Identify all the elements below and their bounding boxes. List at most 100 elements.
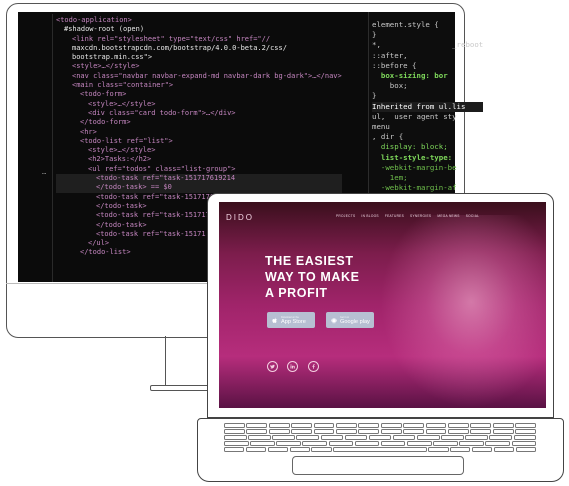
twitter-icon	[270, 364, 275, 369]
code-line[interactable]: #shadow-root (open)	[56, 25, 342, 34]
keyboard-key	[425, 423, 447, 428]
keyboard-key	[403, 423, 425, 428]
style-line: -webkit-margin-af	[372, 183, 457, 193]
laptop-keyboard	[224, 423, 537, 453]
code-line[interactable]: <hr>	[56, 128, 342, 137]
keyboard-key	[515, 447, 536, 452]
keyboard-key	[433, 441, 458, 446]
keyboard-key	[224, 435, 247, 440]
style-line: }	[372, 91, 377, 101]
keyboard-key	[224, 429, 245, 434]
code-line[interactable]: <ul ref="todos" class="list-group">	[56, 165, 342, 174]
keyboard-key	[328, 441, 354, 446]
keyboard-key	[448, 429, 469, 434]
site-logo[interactable]: DIDO	[226, 213, 254, 222]
keyboard-row	[224, 447, 536, 452]
keyboard-key	[224, 423, 245, 428]
keyboard-key	[250, 441, 275, 446]
nav-item-features[interactable]: Features	[385, 214, 404, 218]
keyboard-row	[224, 435, 537, 440]
keyboard-key	[358, 429, 380, 434]
code-line[interactable]: <h2>Tasks:</h2>	[56, 155, 342, 164]
code-line[interactable]: <nav class="navbar navbar-expand-md navb…	[56, 72, 342, 81]
nav-item-blogs[interactable]: In Blogs	[361, 214, 378, 218]
keyboard-key	[493, 447, 515, 452]
nav-item-projects[interactable]: Projects	[336, 214, 355, 218]
google-play-button[interactable]: Get it on Google play	[326, 312, 374, 328]
app-store-label: App Store	[281, 319, 306, 325]
style-line: Inherited from ul.lis	[372, 101, 484, 112]
keyboard-key	[425, 429, 447, 434]
hero-title: THE EASIEST WAY TO MAKE A PROFIT	[265, 254, 360, 300]
nav-item-synergies[interactable]: Synergies	[410, 214, 431, 218]
keyboard-key	[224, 447, 245, 452]
keyboard-key	[246, 429, 268, 434]
keyboard-key	[465, 435, 488, 440]
keyboard-key	[245, 447, 267, 452]
keyboard-key	[224, 441, 249, 446]
laptop-trackpad	[292, 456, 464, 475]
keyboard-key	[471, 447, 493, 452]
code-line[interactable]: </todo-form>	[56, 118, 342, 127]
style-line: element.style {	[372, 20, 439, 29]
keyboard-key	[513, 435, 537, 440]
keyboard-key	[289, 447, 310, 452]
code-line[interactable]: <style>…</style>	[56, 62, 342, 71]
keyboard-key	[428, 447, 449, 452]
facebook-button[interactable]	[308, 361, 319, 372]
keyboard-key	[354, 441, 380, 446]
hero-background-figure	[380, 215, 546, 408]
code-gutter: …	[24, 14, 53, 282]
keyboard-key	[291, 423, 313, 428]
code-line[interactable]: <style>…</style>	[56, 146, 342, 155]
keyboard-key	[302, 441, 327, 446]
style-line: display: block;	[372, 142, 448, 152]
keyboard-key	[336, 423, 357, 428]
keyboard-row	[224, 441, 537, 446]
keyboard-key	[296, 435, 319, 440]
keyboard-key	[380, 429, 402, 434]
app-store-button[interactable]: Download on the App Store	[267, 312, 315, 328]
style-line: 1em;	[372, 173, 408, 183]
keyboard-key	[470, 429, 492, 434]
style-line: , dir {	[372, 132, 404, 142]
code-line[interactable]: </todo-task> == $0	[56, 183, 342, 193]
keyboard-key	[492, 429, 514, 434]
code-line[interactable]: <todo-application>	[56, 16, 342, 25]
code-line[interactable]: <todo-list ref="list">	[56, 137, 342, 146]
keyboard-key	[450, 447, 471, 452]
twitter-button[interactable]	[267, 361, 278, 372]
code-line[interactable]: <todo-form>	[56, 90, 342, 99]
nav-item-social[interactable]: Social	[466, 214, 480, 218]
code-line[interactable]: maxcdn.bootstrapcdn.com/bootstrap/4.0.0-…	[56, 44, 342, 53]
style-line: menu	[372, 122, 390, 132]
gutter-marker: …	[42, 168, 47, 176]
linkedin-icon	[290, 364, 295, 369]
keyboard-key	[417, 435, 440, 440]
code-line[interactable]: <style>…</style>	[56, 100, 342, 109]
style-line: *, _reboot	[372, 40, 484, 50]
style-line: }	[372, 30, 377, 40]
keyboard-key	[403, 429, 425, 434]
keyboard-key	[267, 447, 288, 452]
app-store-small: Download on the	[281, 316, 299, 319]
keyboard-key	[268, 429, 290, 434]
style-line: ::before {	[372, 60, 417, 70]
keyboard-key	[380, 441, 406, 446]
keyboard-key	[313, 429, 335, 434]
code-line[interactable]: <div class="card todo-form">…</div>	[56, 109, 342, 118]
linkedin-button[interactable]	[287, 361, 298, 372]
keyboard-key	[470, 423, 492, 428]
code-line[interactable]: <link rel="stylesheet" type="text/css" h…	[56, 35, 342, 44]
keyboard-key	[336, 429, 357, 434]
apple-icon	[272, 317, 277, 323]
code-line[interactable]: bootstrap.min.css">	[56, 53, 342, 62]
code-line[interactable]: <todo-task ref="task-151717619214	[56, 174, 342, 184]
style-line: ul, user agent sty	[372, 111, 457, 121]
keyboard-key	[406, 441, 432, 446]
code-line[interactable]: <main class="container">	[56, 81, 342, 90]
style-line: box-sizing: bor	[372, 71, 448, 81]
google-play-label: Google play	[340, 319, 370, 325]
nav-item-news[interactable]: Mega news	[437, 214, 459, 218]
keyboard-key	[344, 435, 368, 440]
